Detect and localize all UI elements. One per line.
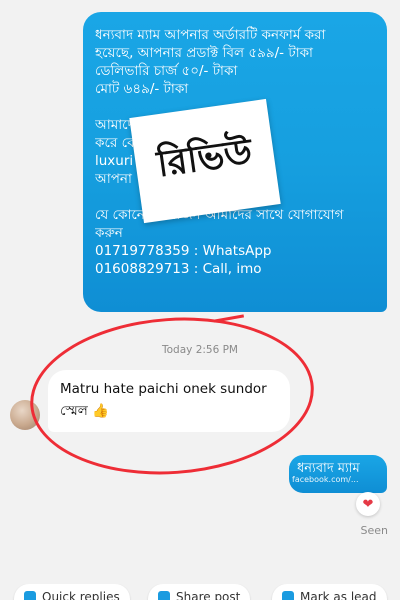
seen-status: Seen (360, 524, 389, 537)
review-sticker: রিভিউ (129, 98, 281, 224)
quick-replies-button[interactable]: Quick replies (14, 584, 130, 600)
mark-as-lead-button[interactable]: Mark as lead (272, 584, 387, 600)
call-number: 01608829713 : Call, imo (95, 261, 262, 277)
message-line: ধন্যবাদ ম্যাম আপনার অর্ডারটি কনফার্ম করা (95, 27, 326, 43)
share-post-button[interactable]: Share post (148, 584, 251, 600)
lead-icon (282, 591, 294, 600)
watermark-text: facebook.com/... (292, 475, 359, 484)
message-timestamp: Today 2:56 PM (161, 344, 238, 356)
quick-reply-icon (24, 591, 36, 600)
message-line: ডেলিভারি চার্জ ৫০/- টাকা (95, 63, 238, 79)
share-icon (158, 591, 170, 600)
chip-label: Mark as lead (300, 590, 377, 600)
incoming-text-line: স্মেল 👍 (60, 403, 109, 419)
whatsapp-number: 01719778359 : WhatsApp (95, 243, 272, 259)
avatar[interactable] (10, 400, 40, 430)
quick-actions-bar: Quick replies Share post Mark as lead (0, 584, 400, 600)
chip-label: Share post (176, 590, 241, 600)
highlight-circle-tail (213, 314, 245, 323)
reply-text: ধন্যবাদ ম্যাম (297, 461, 360, 476)
message-line: হয়েছে, আপনার প্রডাক্ট বিল ৫৯৯/- টাকা (95, 45, 313, 61)
message-line: মোট ৬৪৯/- টাকা (95, 81, 189, 97)
heart-reaction-icon[interactable]: ❤ (356, 492, 380, 516)
message-line: করুন (95, 225, 123, 241)
incoming-message-bubble[interactable]: Matru hate paichi onek sundor স্মেল 👍 (48, 370, 290, 432)
incoming-text-line: Matru hate paichi onek sundor (60, 381, 267, 397)
reply-message-bubble[interactable]: ধন্যবাদ ম্যাম (289, 455, 387, 493)
chip-label: Quick replies (42, 590, 120, 600)
